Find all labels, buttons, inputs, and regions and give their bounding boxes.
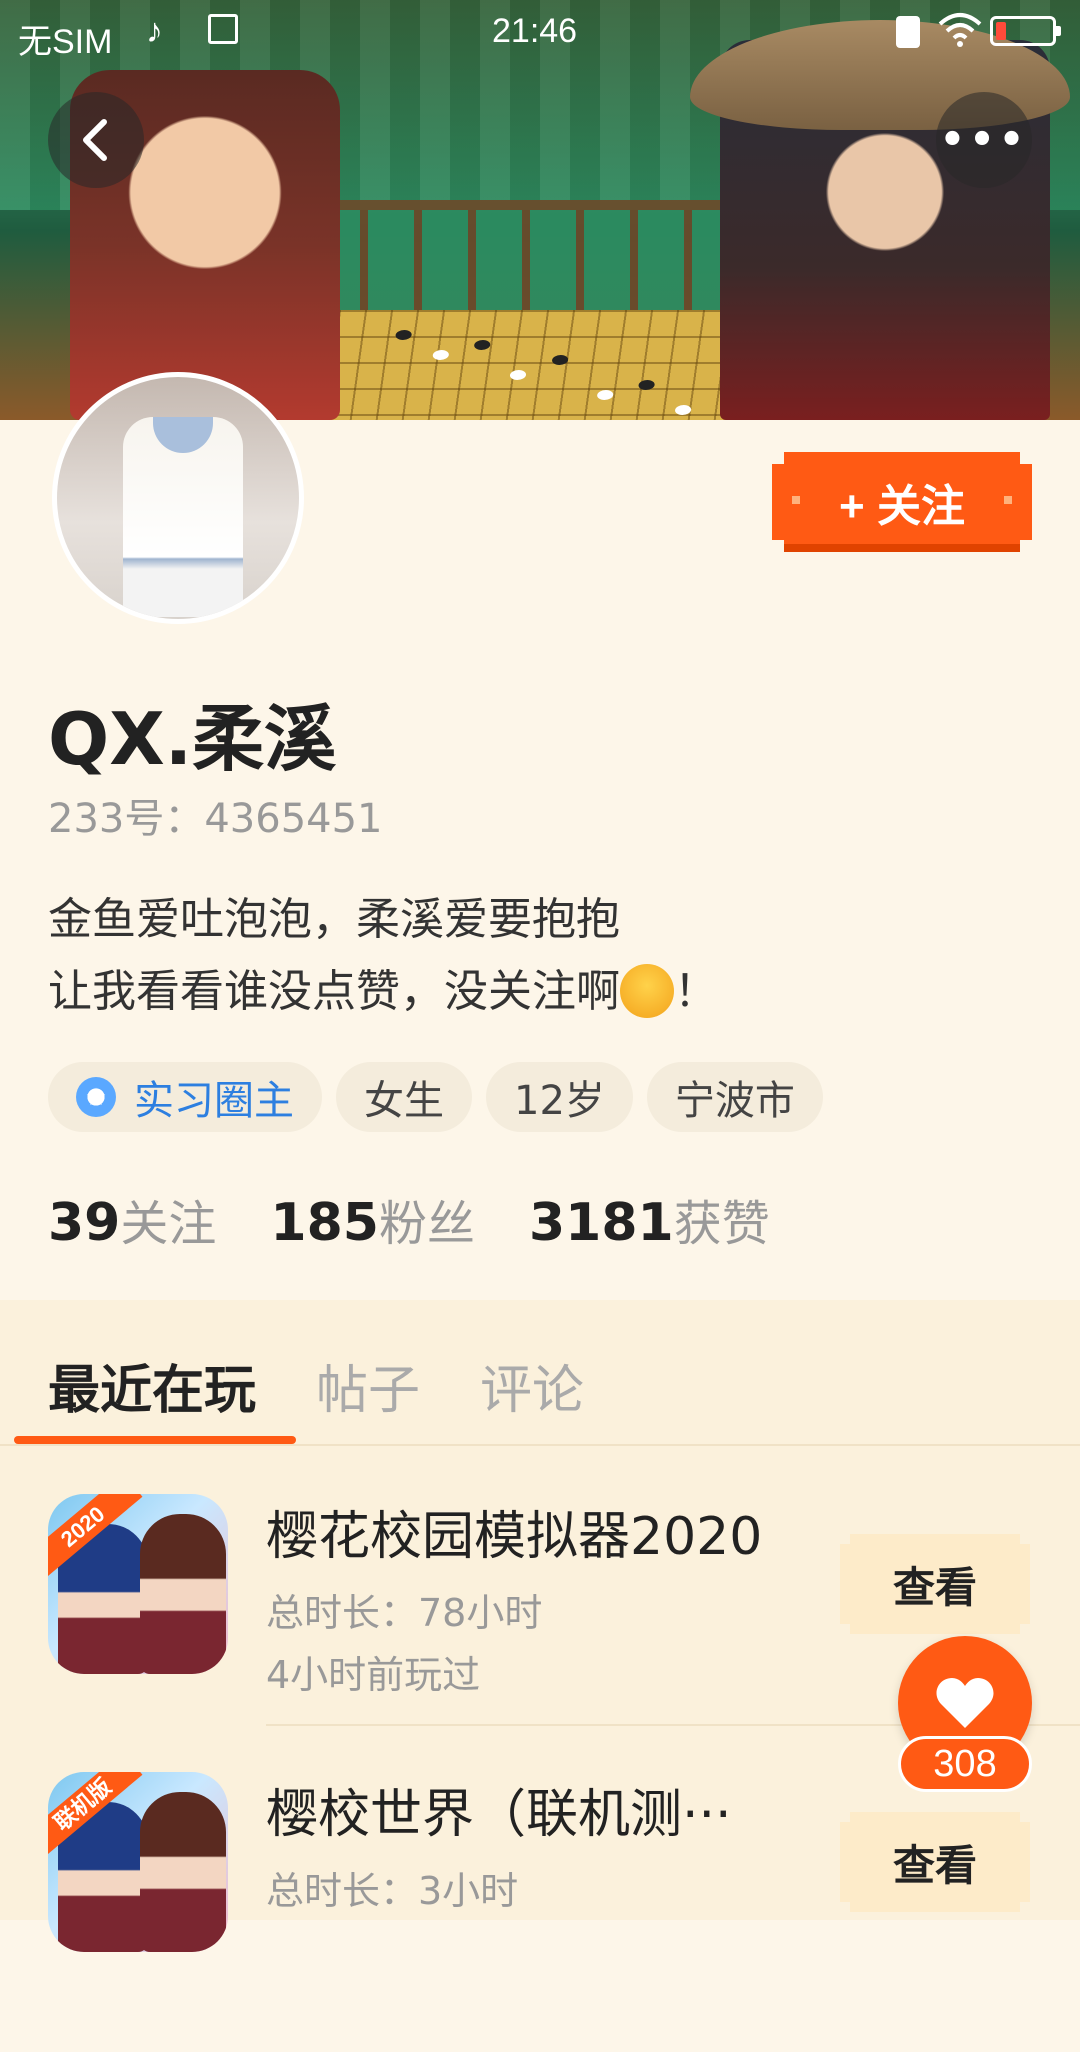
ellipsis-icon: ••• xyxy=(939,117,1029,163)
bio-line-2-text: 让我看看谁没点赞，没关注啊 xyxy=(48,966,620,1017)
nickname: QX.柔溪 xyxy=(48,697,337,781)
tabs-divider xyxy=(0,1444,1080,1446)
stat-fans[interactable]: 185粉丝 xyxy=(270,1184,475,1254)
likes-label: 获赞 xyxy=(673,1196,770,1252)
battery-low-icon xyxy=(990,16,1061,46)
star-badge-icon: ★ xyxy=(76,1077,116,1117)
following-label: 关注 xyxy=(120,1196,217,1252)
game-duration: 总时长：3小时 xyxy=(266,1869,519,1913)
status-time: 21:46 xyxy=(492,12,578,50)
charging-icon xyxy=(896,16,920,48)
bio-line-1: 金鱼爱吐泡泡，柔溪爱要抱抱 xyxy=(48,894,620,945)
game-icon: 2020 xyxy=(48,1494,228,1674)
active-tab-indicator xyxy=(14,1436,296,1444)
laughing-emoji-icon xyxy=(620,964,674,1018)
tag-circle-admin-label: 实习圈主 xyxy=(134,1078,294,1124)
likes-count: 3181 xyxy=(528,1193,674,1253)
profile-tags: ★ 实习圈主 女生 12岁 宁波市 xyxy=(48,1062,823,1132)
stat-likes: 3181获赞 xyxy=(529,1184,770,1254)
content-section: 最近在玩 帖子 评论 2020 樱花校园模拟器2020 总时长：78小时 4小时… xyxy=(0,1300,1080,1952)
follow-button-decoration-right xyxy=(1004,496,1012,504)
tiktok-icon: ♪ xyxy=(146,12,163,50)
game-list-item[interactable]: 联机版 樱校世界（联机测··· 总时长：3小时 查看 xyxy=(0,1772,1080,2052)
game-icon-art-right xyxy=(140,1792,226,1952)
more-button[interactable]: ••• xyxy=(936,92,1032,188)
follow-button[interactable]: + 关注 xyxy=(772,452,1032,552)
sim-icon xyxy=(208,14,238,44)
profile-stats: 39关注 185粉丝 3181获赞 xyxy=(48,1184,770,1254)
view-button[interactable]: 查看 xyxy=(840,1812,1030,1912)
game-icon-art-right xyxy=(140,1514,226,1674)
tag-circle-admin[interactable]: ★ 实习圈主 xyxy=(48,1062,322,1132)
view-button[interactable]: 查看 xyxy=(840,1534,1030,1634)
user-id: 233号：4365451 xyxy=(48,796,383,842)
chevron-left-icon xyxy=(83,119,107,161)
game-title: 樱花校园模拟器2020 xyxy=(266,1507,763,1567)
profile-tabs: 最近在玩 帖子 评论 xyxy=(48,1348,584,1423)
status-bar: 无SIM ♪ 21:46 xyxy=(0,0,1080,66)
heart-icon xyxy=(936,1678,994,1728)
tab-posts[interactable]: 帖子 xyxy=(316,1348,420,1423)
tag-city: 宁波市 xyxy=(646,1062,823,1132)
tag-gender: 女生 xyxy=(336,1062,472,1132)
stat-following[interactable]: 39关注 xyxy=(48,1184,216,1254)
avatar[interactable] xyxy=(52,372,304,624)
tag-age: 12岁 xyxy=(486,1062,633,1132)
game-last-played: 4小时前玩过 xyxy=(266,1653,481,1697)
like-count-badge: 308 xyxy=(898,1736,1032,1792)
bio: 金鱼爱吐泡泡，柔溪爱要抱抱 让我看看谁没点赞，没关注啊 ！ xyxy=(48,884,718,1028)
follow-button-decoration-left xyxy=(792,496,800,504)
game-duration: 总时长：78小时 xyxy=(266,1591,543,1635)
following-count: 39 xyxy=(48,1193,121,1253)
bio-line-2-end: ！ xyxy=(674,966,718,1017)
tab-comments[interactable]: 评论 xyxy=(480,1348,584,1423)
wifi-icon xyxy=(938,12,982,57)
follow-button-label: + 关注 xyxy=(839,482,965,531)
game-title: 樱校世界（联机测··· xyxy=(266,1785,732,1845)
fans-label: 粉丝 xyxy=(378,1196,475,1252)
bio-line-2: 让我看看谁没点赞，没关注啊 ！ xyxy=(48,956,718,1028)
game-icon: 联机版 xyxy=(48,1772,228,1952)
carrier-label: 无SIM xyxy=(18,23,113,61)
fans-count: 185 xyxy=(270,1193,379,1253)
tab-recent[interactable]: 最近在玩 xyxy=(48,1348,256,1423)
back-button[interactable] xyxy=(48,92,144,188)
